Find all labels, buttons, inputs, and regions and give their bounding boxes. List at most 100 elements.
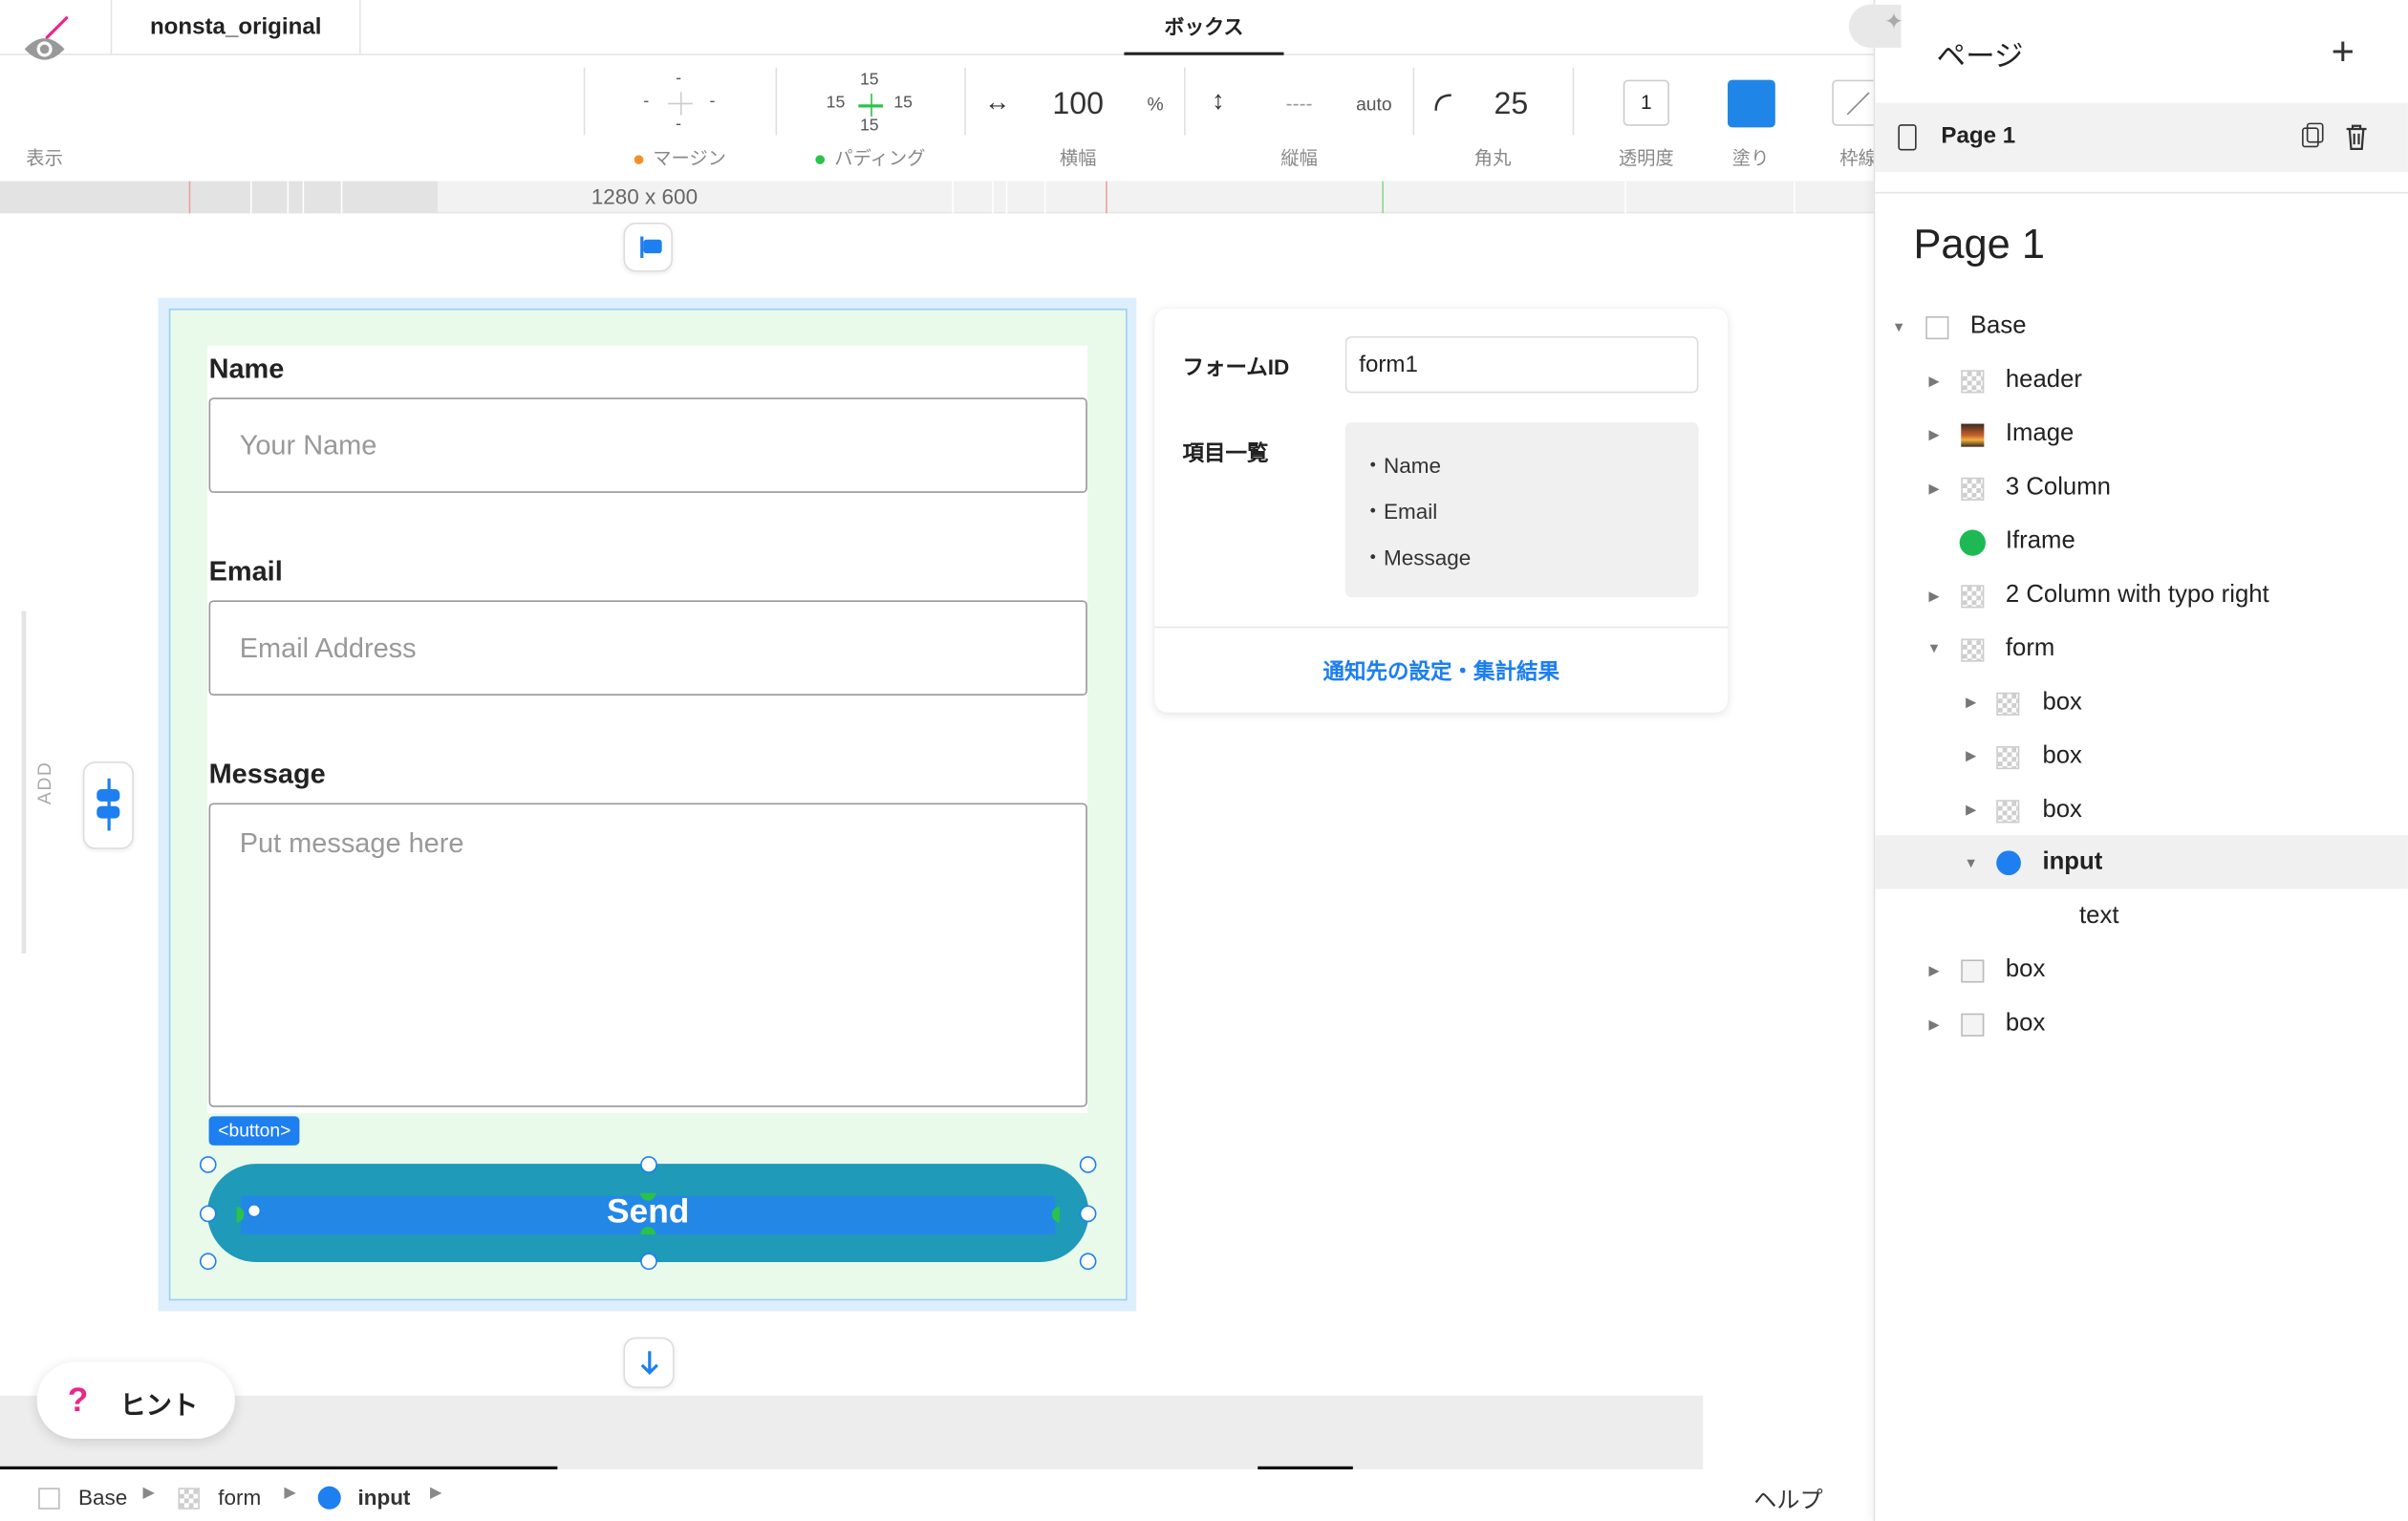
radius-input[interactable]: 25 xyxy=(1480,88,1541,123)
divider xyxy=(1184,67,1186,136)
tree-item-base[interactable]: Base xyxy=(1970,301,2027,353)
padding-right[interactable]: 15 xyxy=(893,94,913,112)
list-item: ・Email xyxy=(1362,499,1438,525)
form-id-input[interactable]: form1 xyxy=(1344,335,1699,394)
page-heading: Page 1 xyxy=(1913,221,2045,268)
resize-handle-right[interactable] xyxy=(1079,1205,1097,1223)
resize-handle-top-right[interactable] xyxy=(1079,1156,1097,1173)
stroke-swatch[interactable] xyxy=(1832,79,1879,126)
resize-handle-bottom[interactable] xyxy=(640,1253,657,1271)
tree-item-box[interactable]: box xyxy=(2042,784,2081,837)
radius-handle[interactable] xyxy=(247,1203,262,1218)
margin-bottom[interactable]: - xyxy=(676,116,681,134)
margin-right[interactable]: - xyxy=(709,92,715,110)
breadcrumb-item-base[interactable]: Base xyxy=(78,1485,127,1510)
add-rail xyxy=(21,611,27,954)
caret-right-icon[interactable]: ▶ xyxy=(1929,569,1940,622)
email-input[interactable]: Email Address xyxy=(208,600,1087,696)
pin-icon[interactable]: ✦ xyxy=(1884,8,1903,35)
help-link[interactable]: ヘルプ xyxy=(1753,1483,1822,1515)
padding-top[interactable]: 15 xyxy=(860,71,879,89)
width-label: 横幅 xyxy=(1059,147,1097,169)
breadcrumb-item-input[interactable]: input xyxy=(357,1485,410,1510)
empty-square-icon xyxy=(1961,1013,1985,1037)
tree-item-iframe[interactable]: Iframe xyxy=(2006,516,2075,568)
add-page-button[interactable]: + xyxy=(2332,28,2354,75)
height-unit[interactable]: auto xyxy=(1356,94,1392,115)
checker-icon xyxy=(178,1488,200,1510)
button-tag-badge: <button> xyxy=(208,1116,301,1146)
chevron-right-icon: ▶ xyxy=(284,1485,296,1502)
caret-right-icon[interactable]: ▶ xyxy=(1929,408,1940,461)
trash-icon[interactable] xyxy=(2345,124,2368,151)
empty-square-icon xyxy=(1925,316,1949,340)
opacity-input[interactable]: 1 xyxy=(1623,79,1669,126)
tree-item-header[interactable]: header xyxy=(2006,354,2082,407)
caret-right-icon[interactable]: ▶ xyxy=(1929,944,1940,996)
notification-settings-link[interactable]: 通知先の設定・集計結果 xyxy=(1155,655,1728,686)
view-label: 表示 xyxy=(26,147,63,169)
no-stroke-icon xyxy=(1846,92,1870,116)
margin-control[interactable]: - - - - xyxy=(622,69,739,142)
tree-item-input[interactable]: input xyxy=(2042,837,2102,889)
padding-bottom[interactable]: 15 xyxy=(860,117,879,135)
height-input[interactable]: ---- xyxy=(1268,92,1329,115)
tree-item-box[interactable]: box xyxy=(2042,677,2081,730)
tree-item-2-column[interactable]: 2 Column with typo right xyxy=(2006,569,2269,622)
list-item: ・Name xyxy=(1362,453,1442,478)
resize-handle-bottom-left[interactable] xyxy=(199,1253,217,1271)
add-element-button[interactable] xyxy=(82,761,134,849)
breadcrumb-item-form[interactable]: form xyxy=(218,1485,261,1510)
width-unit[interactable]: % xyxy=(1148,94,1164,115)
caret-right-icon[interactable]: ▶ xyxy=(1929,462,1940,515)
padding-control[interactable]: 15 15 15 15 xyxy=(814,71,928,144)
fill-label: 塗り xyxy=(1731,147,1770,169)
radius-label: 角丸 xyxy=(1473,147,1512,169)
message-textarea[interactable]: Put message here xyxy=(208,803,1087,1107)
checker-icon xyxy=(1996,800,2020,824)
blue-dot-icon xyxy=(1996,850,2021,876)
caret-right-icon[interactable]: ▶ xyxy=(1966,675,1976,728)
caret-right-icon[interactable]: ▶ xyxy=(1929,354,1940,407)
eye-icon[interactable] xyxy=(21,33,67,64)
height-label: 縦幅 xyxy=(1280,147,1318,169)
panel-title-tab[interactable]: ボックス xyxy=(1124,0,1284,55)
file-name[interactable]: nonsta_original xyxy=(112,0,361,55)
tree-item-box[interactable]: box xyxy=(2006,998,2045,1051)
caret-right-icon[interactable]: ▶ xyxy=(1966,783,1976,836)
breakpoint-ruler[interactable]: 1280 x 600 xyxy=(0,181,1874,214)
insert-below-button[interactable] xyxy=(623,1337,675,1388)
resize-handle-top-left[interactable] xyxy=(199,1156,217,1173)
tree-item-box[interactable]: box xyxy=(2006,944,2045,996)
padding-left[interactable]: 15 xyxy=(827,94,846,112)
width-input[interactable]: 100 xyxy=(1040,88,1116,123)
tree-item-3-column[interactable]: 3 Column xyxy=(2006,462,2111,515)
padding-label: パディング xyxy=(806,144,935,170)
tree-item-text[interactable]: text xyxy=(2079,890,2118,943)
page-name[interactable]: Page 1 xyxy=(1941,123,2015,149)
tree-item-image[interactable]: Image xyxy=(2006,408,2074,461)
add-label: ADD xyxy=(33,760,55,805)
document-icon xyxy=(1898,124,1917,151)
tree-item-box[interactable]: box xyxy=(2042,731,2081,783)
fill-color-swatch[interactable] xyxy=(1727,79,1775,128)
margin-top[interactable]: - xyxy=(676,69,681,87)
caret-right-icon[interactable]: ▶ xyxy=(1966,729,1976,782)
checker-icon xyxy=(1996,692,2020,716)
resize-handle-bottom-right[interactable] xyxy=(1079,1253,1097,1271)
image-icon xyxy=(1961,423,1985,447)
caret-right-icon[interactable]: ▶ xyxy=(1929,998,1940,1051)
margin-left[interactable]: - xyxy=(643,92,649,110)
name-input[interactable]: Your Name xyxy=(208,397,1087,493)
property-toolbar xyxy=(0,54,1874,182)
list-item: ・Message xyxy=(1362,545,1472,570)
caret-down-icon[interactable]: ▼ xyxy=(1892,301,1905,353)
insert-above-button[interactable] xyxy=(623,223,673,272)
vertical-arrows-icon: ↕ xyxy=(1212,85,1225,116)
resize-handle-top[interactable] xyxy=(640,1156,657,1173)
margin-label: マージン xyxy=(622,144,739,170)
caret-down-icon[interactable]: ▼ xyxy=(1927,622,1941,675)
caret-down-icon[interactable]: ▼ xyxy=(1964,837,1977,889)
tree-item-form[interactable]: form xyxy=(2006,623,2054,675)
resize-handle-left[interactable] xyxy=(199,1205,217,1223)
